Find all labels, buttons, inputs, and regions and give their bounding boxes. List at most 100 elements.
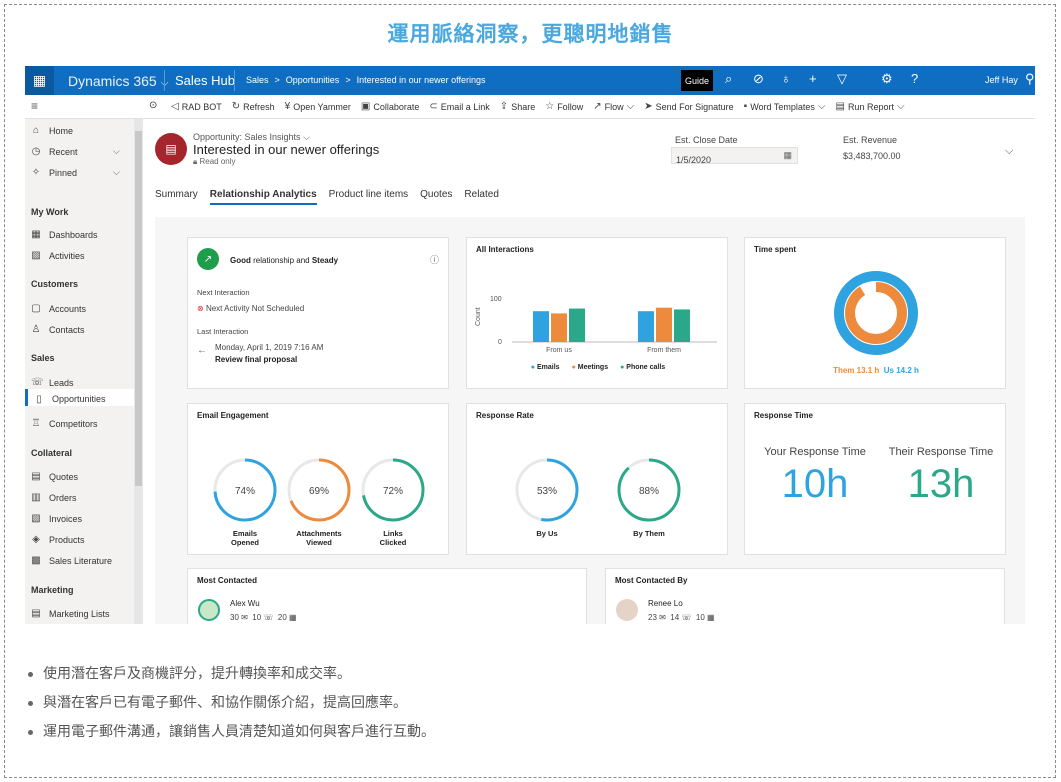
- sidebar-item-products[interactable]: ◈ Products: [31, 534, 84, 545]
- send-signature-button[interactable]: ➤ Send For Signature: [644, 101, 733, 112]
- guide-button[interactable]: Guide: [681, 70, 713, 91]
- tab-summary[interactable]: Summary: [155, 189, 198, 205]
- lock-icon: 🔒︎: [193, 157, 198, 166]
- last-interaction-subject[interactable]: Review final proposal: [215, 355, 297, 364]
- app-launcher-icon[interactable]: ▦: [25, 66, 54, 95]
- bullet-dot: [28, 672, 33, 677]
- refresh-button[interactable]: ↻ Refresh: [232, 101, 275, 112]
- sidebar-item-sales-literature[interactable]: ▩ Sales Literature: [31, 555, 112, 566]
- bar-meetings[interactable]: [656, 307, 672, 342]
- record-title: Interested in our newer offerings: [193, 142, 380, 157]
- home-icon: ⌂: [32, 125, 40, 136]
- contact-name[interactable]: Renee Lo: [648, 599, 683, 608]
- bar-phone-calls[interactable]: [674, 309, 690, 342]
- x-tick-label: From them: [647, 347, 681, 354]
- est-revenue-label: Est. Revenue: [843, 135, 898, 145]
- word-templates-button[interactable]: ▪ Word Templates ⌵: [744, 101, 826, 112]
- chevron-down-icon: ⌵: [817, 101, 826, 112]
- share-button[interactable]: ⇪ Share: [500, 101, 535, 112]
- bar-phone-calls[interactable]: [569, 308, 585, 342]
- breadcrumb-sales[interactable]: Sales: [246, 75, 269, 85]
- their-response-time-label: Their Response Time: [888, 446, 994, 458]
- pin-icon: ✧: [31, 167, 41, 178]
- user-name[interactable]: Jeff Hay: [985, 75, 1018, 85]
- card-title: Most Contacted: [197, 576, 257, 585]
- ring-label: Viewed: [306, 538, 332, 547]
- scrollbar-thumb[interactable]: [135, 131, 142, 486]
- hamburger-menu-icon[interactable]: ≡: [31, 99, 38, 113]
- email-link-button[interactable]: ⊂ Email a Link: [429, 101, 489, 112]
- sidebar-item-invoices[interactable]: ▧ Invoices: [31, 513, 82, 524]
- bar-emails[interactable]: [638, 311, 654, 342]
- alert-icon: ⊗: [197, 304, 204, 313]
- tab-related[interactable]: Related: [464, 189, 498, 205]
- activities-icon: ▨: [31, 250, 41, 261]
- contact-name[interactable]: Alex Wu: [230, 599, 260, 608]
- time-spent-legend: Them 13.1 h Us 14.2 h: [745, 366, 1007, 375]
- filter-icon[interactable]: ▽: [837, 71, 847, 87]
- collaborate-button[interactable]: ▣ Collaborate: [361, 101, 419, 112]
- est-close-date-field[interactable]: 1/5/2020 ▦: [671, 147, 798, 165]
- plus-icon[interactable]: +: [809, 71, 817, 86]
- chevron-down-icon: ⌵: [113, 167, 120, 177]
- hub-name[interactable]: Sales Hub: [175, 73, 235, 88]
- sidebar-item-dashboards[interactable]: ▦ Dashboards: [31, 229, 97, 240]
- time-us: Us 14.2 h: [883, 366, 919, 375]
- ring-label: By Them: [633, 529, 665, 538]
- bar-meetings[interactable]: [551, 313, 567, 342]
- expand-header-icon[interactable]: ⌵: [1005, 145, 1013, 158]
- follow-button[interactable]: ☆ Follow: [545, 101, 583, 112]
- opportunity-record-icon: ▤: [155, 133, 187, 165]
- breadcrumb-opportunities[interactable]: Opportunities: [286, 75, 340, 85]
- ring-percent: 88%: [639, 486, 659, 497]
- user-icon[interactable]: ⚲: [1025, 71, 1035, 87]
- rad-bot-button[interactable]: ◁ RAD BOT: [171, 101, 222, 112]
- open-yammer-button[interactable]: ¥ Open Yammer: [285, 101, 351, 112]
- account-icon: ▢: [31, 303, 41, 314]
- history-icon[interactable]: ⊙: [149, 100, 157, 111]
- avatar[interactable]: [616, 599, 638, 621]
- calendar-icon[interactable]: ▦: [783, 150, 792, 161]
- run-report-button[interactable]: ▤ Run Report ⌵: [835, 101, 904, 112]
- sidebar-item-opportunities[interactable]: ▯ Opportunities: [25, 389, 134, 406]
- y-axis-label: Count: [475, 307, 482, 326]
- response-time-card: Response Time Your Response Time 10h The…: [744, 403, 1006, 555]
- calendar-icon: ▦: [707, 613, 715, 622]
- ring-label: Links: [383, 529, 403, 538]
- sidebar-scrollbar[interactable]: [134, 119, 143, 624]
- flow-button[interactable]: ↗ Flow ⌵: [593, 101, 634, 112]
- tab-product-line-items[interactable]: Product line items: [329, 189, 408, 205]
- record-main: ▤ Opportunity: Sales Insights ⌵ Interest…: [143, 119, 1035, 624]
- sidebar-item-orders[interactable]: ▥ Orders: [31, 492, 76, 503]
- sidebar-item-quotes[interactable]: ▤ Quotes: [31, 471, 78, 482]
- word-icon: ▪: [743, 101, 748, 112]
- app-name[interactable]: Dynamics 365⌵: [68, 73, 168, 89]
- sidebar-item-marketing-lists[interactable]: ▤ Marketing Lists: [31, 608, 109, 619]
- feature-bullets: 使用潛在客戶及商機評分，提升轉換率和成交率。 與潛在客戶已有電子郵件、和協作關係…: [28, 660, 435, 747]
- breadcrumb-separator: >: [345, 75, 351, 85]
- sidebar-item-leads[interactable]: ☏ Leads: [31, 377, 74, 388]
- sidebar-item-competitors[interactable]: ♖ Competitors: [31, 418, 98, 429]
- gear-icon[interactable]: ⚙: [881, 71, 893, 87]
- literature-icon: ▩: [31, 555, 41, 566]
- bar-emails[interactable]: [533, 311, 549, 342]
- contact-stats: 23 ✉ 14 ☏ 10 ▦: [648, 613, 715, 622]
- chevron-down-icon: ⌵: [626, 101, 635, 112]
- sidebar-item-pinned[interactable]: ✧ Pinned ⌵: [31, 167, 120, 178]
- ring-label: Clicked: [380, 538, 407, 547]
- lightbulb-icon[interactable]: ♁: [781, 71, 791, 86]
- sidebar-item-contacts[interactable]: ♙ Contacts: [31, 324, 85, 335]
- teams-icon: ▣: [360, 101, 371, 112]
- search-icon[interactable]: ⌕: [725, 71, 732, 87]
- avatar[interactable]: [198, 599, 220, 621]
- task-flow-icon[interactable]: ⊘: [753, 71, 764, 87]
- record-tabs: Summary Relationship Analytics Product l…: [155, 189, 499, 205]
- sidebar-item-home[interactable]: ⌂ Home: [31, 125, 73, 136]
- sidebar-item-recent[interactable]: ◷ Recent ⌵: [31, 146, 120, 157]
- tab-relationship-analytics[interactable]: Relationship Analytics: [209, 189, 317, 205]
- info-icon[interactable]: ⓘ: [430, 253, 439, 266]
- sidebar-item-accounts[interactable]: ▢ Accounts: [31, 303, 86, 314]
- help-icon[interactable]: ?: [911, 71, 918, 86]
- sidebar-item-activities[interactable]: ▨ Activities: [31, 250, 84, 261]
- tab-quotes[interactable]: Quotes: [420, 189, 452, 205]
